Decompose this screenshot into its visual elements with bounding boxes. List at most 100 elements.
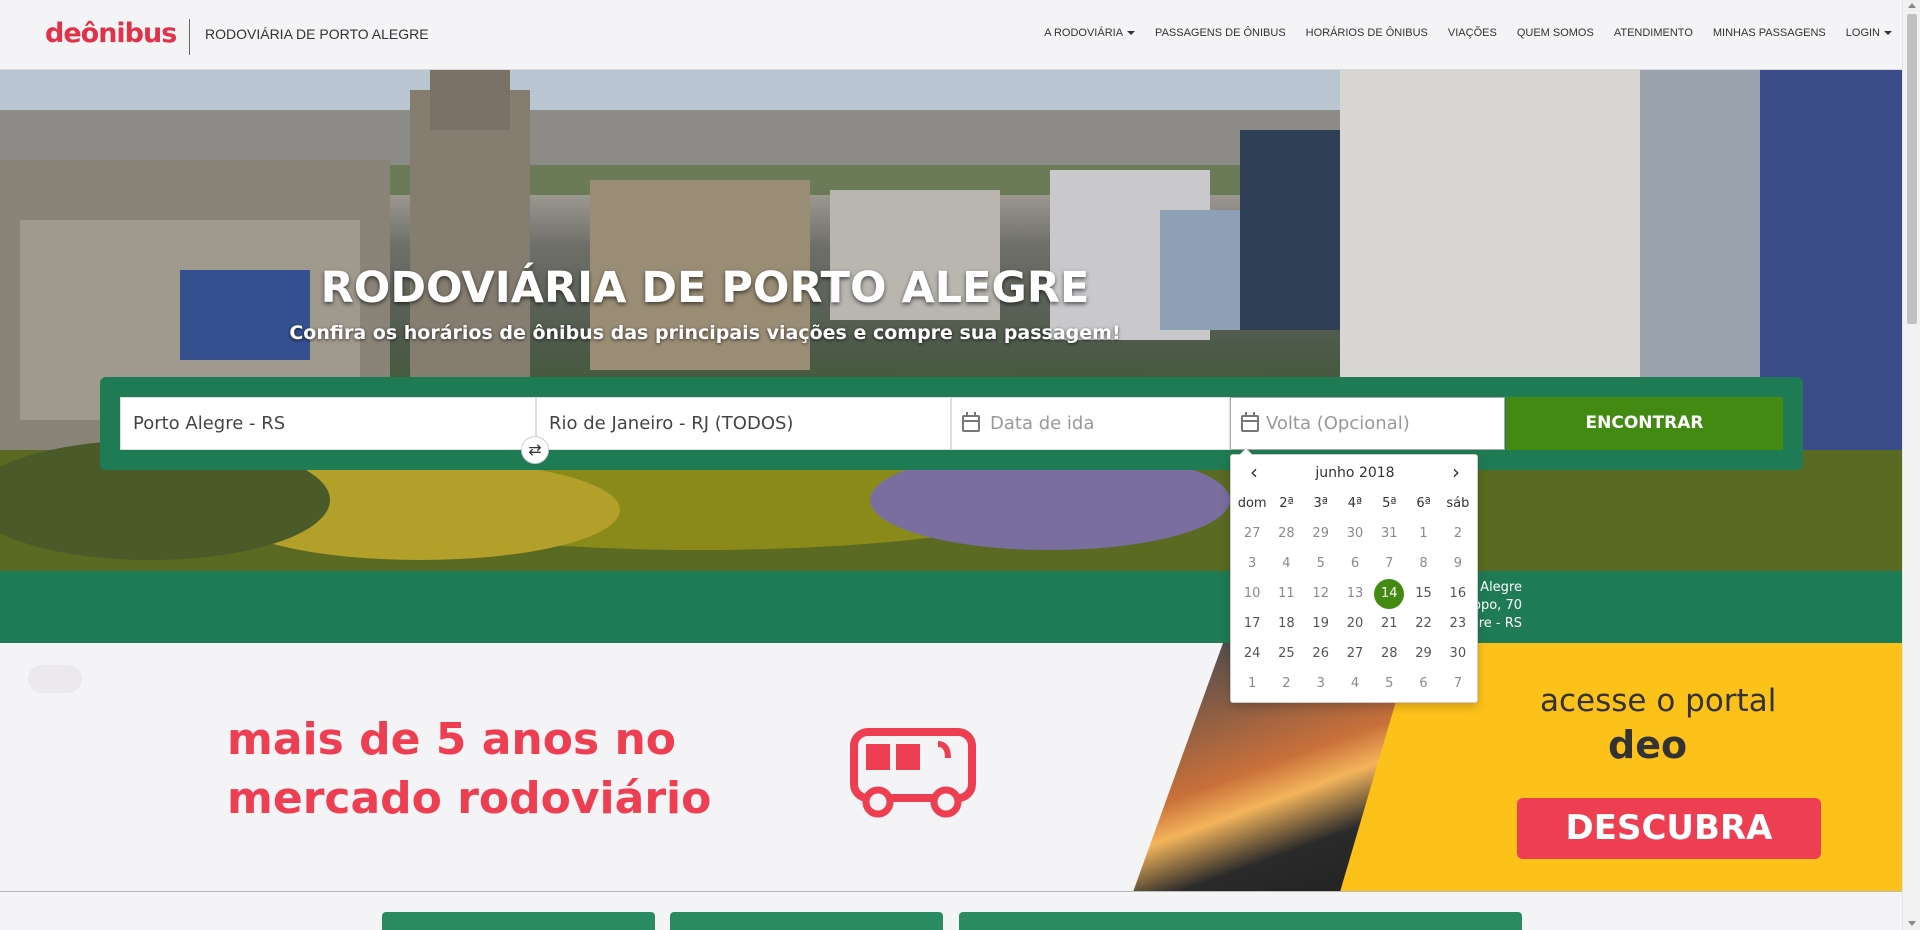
departure-date-placeholder: Data de ida <box>990 413 1095 434</box>
calendar-day[interactable]: 27 <box>1235 519 1269 549</box>
banner-line: mais de 5 anos no <box>227 714 677 765</box>
calendar-day[interactable]: 4 <box>1338 669 1372 699</box>
calendar-day[interactable]: 29 <box>1406 639 1440 669</box>
calendar-day[interactable]: 20 <box>1338 609 1372 639</box>
day-number: 28 <box>1380 646 1398 661</box>
calendar-day[interactable]: 7 <box>1372 549 1406 579</box>
nav-a-rodoviaria[interactable]: A RODOVIÁRIA <box>1044 27 1136 39</box>
weekday-label: 3ª <box>1313 496 1328 511</box>
calendar-day[interactable]: 24 <box>1235 639 1269 669</box>
nav-viacoes[interactable]: VIAÇÕES <box>1448 27 1497 39</box>
site-name: RODOVIÁRIA DE PORTO ALEGRE <box>205 26 429 42</box>
next-month-icon[interactable]: › <box>1441 461 1471 483</box>
bottom-area <box>0 892 1902 930</box>
origin-input[interactable]: Porto Alegre - RS <box>120 397 536 450</box>
day-number: 18 <box>1278 616 1295 631</box>
calendar-day[interactable]: 4 <box>1269 549 1303 579</box>
hero-section: RODOVIÁRIA DE PORTO ALEGRE Confira os ho… <box>0 70 1902 571</box>
page-scrollbar[interactable] <box>1902 0 1920 930</box>
datepicker-grid: dom 2ª 3ª 4ª 5ª 6ª sáb 27 28 29 30 31 1 2 3 4 5 6 7 8 9 10 11 1… <box>1235 489 1475 699</box>
banner-decoration <box>28 665 82 693</box>
return-date-input[interactable]: Volta (Opcional) <box>1230 397 1505 450</box>
calendar-day[interactable]: 22 <box>1406 609 1440 639</box>
calendar-day[interactable]: 27 <box>1338 639 1372 669</box>
day-number: 26 <box>1312 646 1329 661</box>
promo-banner[interactable]: mais de 5 anos no mercado rodoviário ace… <box>0 643 1902 892</box>
calendar-day[interactable]: 1 <box>1235 669 1269 699</box>
day-number: 2 <box>1453 526 1462 541</box>
day-number: 4 <box>1350 676 1360 691</box>
search-button[interactable]: ENCONTRAR <box>1506 397 1783 450</box>
calendar-day[interactable]: 30 <box>1338 519 1372 549</box>
nav-passagens[interactable]: PASSAGENS DE ÔNIBUS <box>1155 27 1286 39</box>
nav-minhas-passagens[interactable]: MINHAS PASSAGENS <box>1713 27 1826 39</box>
deonibus-logo[interactable]: deônibus <box>45 18 177 49</box>
day-number: 13 <box>1346 586 1364 601</box>
destination-input[interactable]: Rio de Janeiro - RJ (TODOS) <box>536 397 951 450</box>
portal-logo: deo <box>1608 723 1688 767</box>
day-number: 14 <box>1374 579 1405 609</box>
scroll-down-icon[interactable] <box>1908 921 1916 926</box>
day-number: 8 <box>1419 556 1428 571</box>
selected-day[interactable]: 14 <box>1372 579 1406 609</box>
calendar-day[interactable]: 2 <box>1269 669 1303 699</box>
day-number: 11 <box>1278 586 1295 601</box>
banner-line: mercado rodoviário <box>227 773 712 824</box>
calendar-day[interactable]: 6 <box>1406 669 1440 699</box>
calendar-day[interactable]: 23 <box>1441 609 1475 639</box>
week-row: 24 25 26 27 28 29 30 <box>1235 639 1475 669</box>
departure-date-input[interactable]: Data de ida <box>951 397 1230 450</box>
prev-month-icon[interactable]: ‹ <box>1239 461 1269 483</box>
calendar-day[interactable]: 11 <box>1269 579 1303 609</box>
calendar-day[interactable]: 3 <box>1235 549 1269 579</box>
calendar-day[interactable]: 8 <box>1406 549 1440 579</box>
caret-down-icon <box>1127 31 1136 36</box>
nav-horarios[interactable]: HORÁRIOS DE ÔNIBUS <box>1306 27 1428 39</box>
logo-divider <box>189 19 190 55</box>
calendar-day[interactable]: 29 <box>1304 519 1338 549</box>
calendar-day[interactable]: 17 <box>1235 609 1269 639</box>
calendar-day[interactable]: 13 <box>1338 579 1372 609</box>
info-card[interactable] <box>959 912 1522 930</box>
day-number: 22 <box>1415 616 1432 631</box>
nav-atendimento[interactable]: ATENDIMENTO <box>1614 27 1693 39</box>
day-number: 19 <box>1312 616 1329 631</box>
main-nav: A RODOVIÁRIA PASSAGENS DE ÔNIBUS HORÁRIO… <box>1024 27 1892 39</box>
swap-icon[interactable]: ⇄ <box>521 436 549 464</box>
nav-login[interactable]: LOGIN <box>1846 27 1892 39</box>
calendar-day[interactable]: 25 <box>1269 639 1303 669</box>
calendar-day[interactable]: 2 <box>1441 519 1475 549</box>
calendar-day[interactable]: 3 <box>1304 669 1338 699</box>
calendar-day[interactable]: 18 <box>1269 609 1303 639</box>
info-card[interactable] <box>382 912 655 930</box>
calendar-day[interactable]: 6 <box>1338 549 1372 579</box>
scroll-thumb[interactable] <box>1907 14 1917 324</box>
calendar-day[interactable]: 28 <box>1269 519 1303 549</box>
calendar-day[interactable]: 10 <box>1235 579 1269 609</box>
calendar-day[interactable]: 1 <box>1406 519 1440 549</box>
nav-label: LOGIN <box>1845 27 1880 39</box>
calendar-day[interactable]: 7 <box>1441 669 1475 699</box>
datepicker-month-title[interactable]: junho 2018 <box>1271 461 1439 485</box>
info-card[interactable] <box>670 912 943 930</box>
calendar-day[interactable]: 30 <box>1441 639 1475 669</box>
weekday-label: 5ª <box>1382 496 1397 511</box>
calendar-day[interactable]: 19 <box>1304 609 1338 639</box>
week-row: 1 2 3 4 5 6 7 <box>1235 669 1475 699</box>
calendar-day[interactable]: 16 <box>1441 579 1475 609</box>
descubra-button[interactable]: DESCUBRA <box>1517 798 1821 859</box>
calendar-day[interactable]: 5 <box>1304 549 1338 579</box>
calendar-day[interactable]: 31 <box>1372 519 1406 549</box>
calendar-icon <box>1241 412 1259 432</box>
nav-quem-somos[interactable]: QUEM SOMOS <box>1517 27 1594 39</box>
day-number: 29 <box>1415 646 1432 661</box>
calendar-day[interactable]: 5 <box>1372 669 1406 699</box>
calendar-day[interactable]: 26 <box>1304 639 1338 669</box>
calendar-day[interactable]: 28 <box>1372 639 1406 669</box>
calendar-day[interactable]: 15 <box>1406 579 1440 609</box>
week-row: 27 28 29 30 31 1 2 <box>1235 519 1475 549</box>
calendar-day[interactable]: 9 <box>1441 549 1475 579</box>
calendar-day[interactable]: 12 <box>1304 579 1338 609</box>
calendar-day[interactable]: 21 <box>1372 609 1406 639</box>
scroll-up-icon[interactable] <box>1908 3 1916 8</box>
